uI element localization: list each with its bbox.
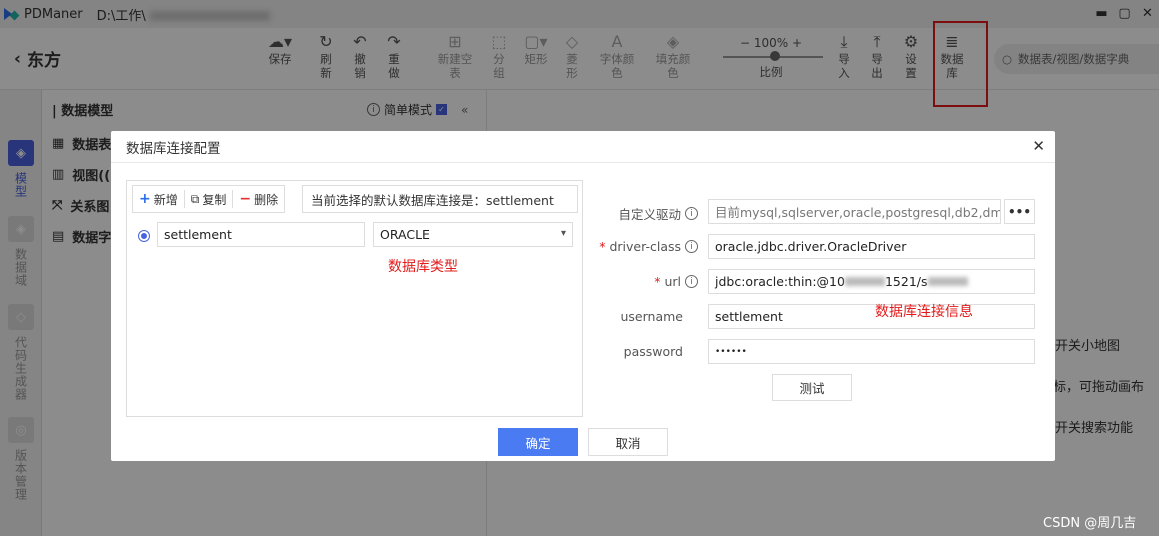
connection-actions: + 新增 ⧉ 复制 − 删除	[132, 185, 286, 213]
close-icon[interactable]: ✕	[1032, 137, 1045, 155]
ok-button[interactable]: 确定	[498, 428, 578, 456]
db-type-annotation: 数据库类型	[388, 259, 458, 275]
copy-icon: ⧉	[190, 191, 200, 206]
minus-icon: −	[239, 191, 252, 207]
password-input[interactable]: ••••••	[708, 339, 1035, 364]
info-icon: i	[685, 207, 698, 220]
delete-connection-button[interactable]: − 删除	[233, 190, 284, 208]
driver-class-input[interactable]: oracle.jdbc.driver.OracleDriver	[708, 234, 1035, 259]
url-input[interactable]: jdbc:oracle:thin:@10 1521/s	[708, 269, 1035, 294]
info-icon: i	[685, 240, 698, 253]
username-input[interactable]: settlement	[708, 304, 1035, 329]
test-button[interactable]: 测试	[772, 374, 852, 401]
driver-label: 自定义驱动 i	[598, 204, 698, 223]
more-button[interactable]: •••	[1004, 199, 1035, 224]
url-label: * url i	[598, 274, 698, 289]
chevron-down-icon: ▾	[560, 228, 566, 239]
driver-input[interactable]: 目前mysql,sqlserver,oracle,postgresql,db2,…	[708, 199, 1001, 224]
current-connection-info: 当前选择的默认数据库连接是：settlement	[302, 185, 578, 213]
dialog-header: 数据库连接配置 ✕	[111, 131, 1055, 163]
cancel-button[interactable]: 取消	[588, 428, 668, 456]
username-label: username	[620, 309, 684, 324]
connection-list-panel: + 新增 ⧉ 复制 − 删除 当前选择的默认数据库连接是：settlement set…	[126, 180, 583, 417]
dialog-title: 数据库连接配置	[126, 140, 221, 157]
copy-connection-button[interactable]: ⧉ 复制	[185, 190, 234, 208]
info-icon: i	[685, 275, 698, 288]
watermark: CSDN @周几吉	[1043, 516, 1137, 531]
db-type-select[interactable]: ORACLE ▾	[373, 222, 573, 247]
add-connection-button[interactable]: + 新增	[133, 190, 185, 208]
connection-name-input[interactable]: settlement	[157, 222, 365, 247]
plus-icon: +	[139, 191, 151, 207]
db-config-dialog: 数据库连接配置 ✕ + 新增 ⧉ 复制 − 删除 当前选择的默认数据库连接是：sett…	[111, 131, 1055, 461]
password-label: password	[623, 344, 683, 359]
conn-info-annotation: 数据库连接信息	[875, 304, 973, 320]
driver-class-label: * driver-class i	[598, 239, 698, 254]
default-connection-radio[interactable]	[138, 230, 150, 242]
